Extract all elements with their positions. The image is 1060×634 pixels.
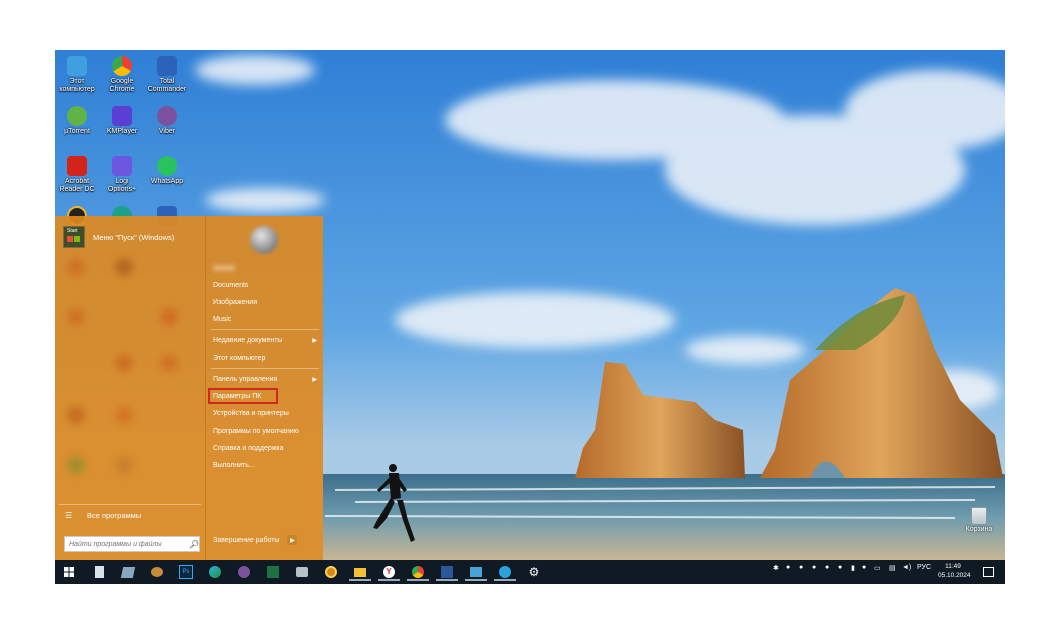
start-menu-header[interactable]: Start Меню "Пуск" (Windows)	[63, 226, 174, 248]
divider	[211, 329, 319, 330]
start-logo-icon: Start	[63, 226, 85, 248]
chevron-right-icon: ▶	[312, 337, 317, 344]
chevron-right-icon: ▶	[312, 376, 317, 383]
start-menu-left-pane: Start Меню "Пуск" (Windows) ☰ Все програ…	[55, 216, 205, 560]
start-menu-title: Меню "Пуск" (Windows)	[93, 232, 175, 242]
desktop-icon-whatsapp[interactable]: WhatsApp	[145, 152, 189, 186]
word-icon[interactable]	[436, 563, 458, 581]
blurred-program-icon[interactable]	[115, 354, 133, 372]
file-icon[interactable]	[90, 563, 108, 581]
acrobat-icon	[67, 156, 87, 176]
clock[interactable]: 11:49 05.10.2024	[938, 562, 971, 580]
language-indicator[interactable]: РУС	[917, 564, 931, 571]
search-icon[interactable]: 🔎︎	[189, 540, 199, 549]
all-programs-button[interactable]: ☰ Все программы	[65, 511, 141, 520]
highlight-box	[208, 388, 278, 404]
start-item-devices-printers[interactable]: Устройства и принтеры	[213, 407, 317, 419]
desktop-screen: Этот компьютер Google Chrome Total Comma…	[55, 50, 1005, 584]
bluetooth-icon[interactable]: ✱	[773, 564, 779, 572]
desktop-icon-utorrent[interactable]: µTorrent	[55, 102, 99, 136]
start-item-default-programs[interactable]: Программы по умолчанию	[213, 425, 317, 437]
clock-date: 05.10.2024	[938, 572, 971, 579]
chrome-icon[interactable]	[407, 563, 429, 581]
desktop-icon-kmplayer[interactable]: KMPlayer	[100, 102, 144, 136]
blurred-program-icon[interactable]	[160, 354, 178, 372]
search-input[interactable]	[65, 540, 189, 548]
excel-icon[interactable]	[264, 563, 282, 581]
start-item-control-panel[interactable]: Панель управления ▶	[213, 373, 317, 385]
start-item-this-pc[interactable]: Этот компьютер	[213, 352, 317, 364]
chrome-icon	[112, 56, 132, 76]
blurred-program-icon[interactable]	[67, 308, 85, 326]
edge-icon[interactable]	[206, 563, 224, 581]
battery-icon[interactable]: ▭	[874, 564, 881, 572]
shutdown-button[interactable]: Завершение работы ▶	[213, 535, 298, 545]
clock-time: 11:49	[945, 563, 961, 570]
total-commander-icon	[157, 56, 177, 76]
network-tray-icon[interactable]: ▤	[889, 564, 896, 572]
desktop-icon-logi-options[interactable]: Logi Options+	[100, 152, 144, 194]
list-icon: ☰	[65, 511, 73, 520]
tray-app-icon[interactable]: ●	[838, 564, 842, 571]
desktop-icon-chrome[interactable]: Google Chrome	[100, 52, 144, 94]
start-menu-right-pane: Documents Изображения Music Недавние док…	[205, 216, 324, 560]
blurred-program-icon[interactable]	[115, 258, 133, 276]
start-menu: Start Меню "Пуск" (Windows) ☰ Все програ…	[55, 216, 323, 560]
network-icon[interactable]	[293, 563, 311, 581]
notepad-icon[interactable]	[119, 563, 137, 581]
photos-icon[interactable]	[465, 563, 487, 581]
tray-app-icon[interactable]: ●	[825, 564, 829, 571]
tray-app-icon[interactable]: ●	[786, 564, 790, 571]
volume-icon[interactable]: ◄)	[902, 564, 911, 571]
tray-app-icon[interactable]: ●	[799, 564, 803, 571]
blurred-program-icon[interactable]	[67, 406, 85, 424]
photoshop-icon[interactable]: Ps	[177, 563, 195, 581]
utorrent-icon	[67, 106, 87, 126]
blurred-program-icon[interactable]	[67, 258, 85, 276]
this-pc-icon	[67, 56, 87, 76]
desktop-icon-this-pc[interactable]: Этот компьютер	[55, 52, 99, 94]
media-icon[interactable]	[322, 563, 340, 581]
start-item-music[interactable]: Music	[213, 313, 317, 325]
tray-app-icon[interactable]: ●	[812, 564, 816, 571]
microphone-icon[interactable]: ▮	[851, 564, 855, 572]
viber-icon	[157, 106, 177, 126]
blurred-program-icon[interactable]	[67, 456, 85, 474]
settings-icon[interactable]: ⚙	[525, 563, 543, 581]
desktop-icon-recycle-bin[interactable]: Корзина	[957, 507, 1001, 533]
start-item-documents[interactable]: Documents	[213, 279, 317, 291]
notification-icon[interactable]	[979, 563, 997, 581]
start-item-help-support[interactable]: Справка и поддержка	[213, 442, 317, 454]
explorer-icon[interactable]	[349, 563, 371, 581]
telegram-icon[interactable]	[494, 563, 516, 581]
desktop-icon-viber[interactable]: Viber	[145, 102, 189, 136]
windows-start-icon[interactable]	[60, 563, 78, 581]
divider	[211, 368, 319, 369]
recycle-bin-icon	[971, 507, 987, 525]
blurred-program-icon[interactable]	[115, 406, 133, 424]
chevron-right-icon[interactable]: ▶	[287, 535, 298, 545]
viber-icon[interactable]	[235, 563, 253, 581]
blurred-program-icon[interactable]	[115, 456, 133, 474]
blurred-program-icon[interactable]	[160, 308, 178, 326]
logi-options-icon	[112, 156, 132, 176]
yandex-icon[interactable]: Y	[378, 563, 400, 581]
tray-app-icon[interactable]: ●	[862, 564, 866, 571]
user-avatar[interactable]	[250, 226, 278, 254]
desktop-icon-total-commander[interactable]: Total Commander	[145, 52, 189, 94]
start-item-recent-documents[interactable]: Недавние документы ▶	[213, 334, 317, 346]
search-box[interactable]: 🔎︎	[64, 536, 200, 552]
start-item-run[interactable]: Выполнить...	[213, 459, 317, 471]
desktop-icon-acrobat[interactable]: Acrobat Reader DC	[55, 152, 99, 194]
start-item-pictures[interactable]: Изображения	[213, 296, 317, 308]
kmplayer-icon	[112, 106, 132, 126]
paint-icon[interactable]	[148, 563, 166, 581]
divider	[59, 504, 201, 505]
whatsapp-icon	[157, 156, 177, 176]
user-name[interactable]	[213, 265, 235, 271]
taskbar: Ps Y ⚙ ✱ ● ● ● ● ● ▮ ● ▭ ▤ ◄) РУС 11:49 …	[55, 560, 1005, 584]
